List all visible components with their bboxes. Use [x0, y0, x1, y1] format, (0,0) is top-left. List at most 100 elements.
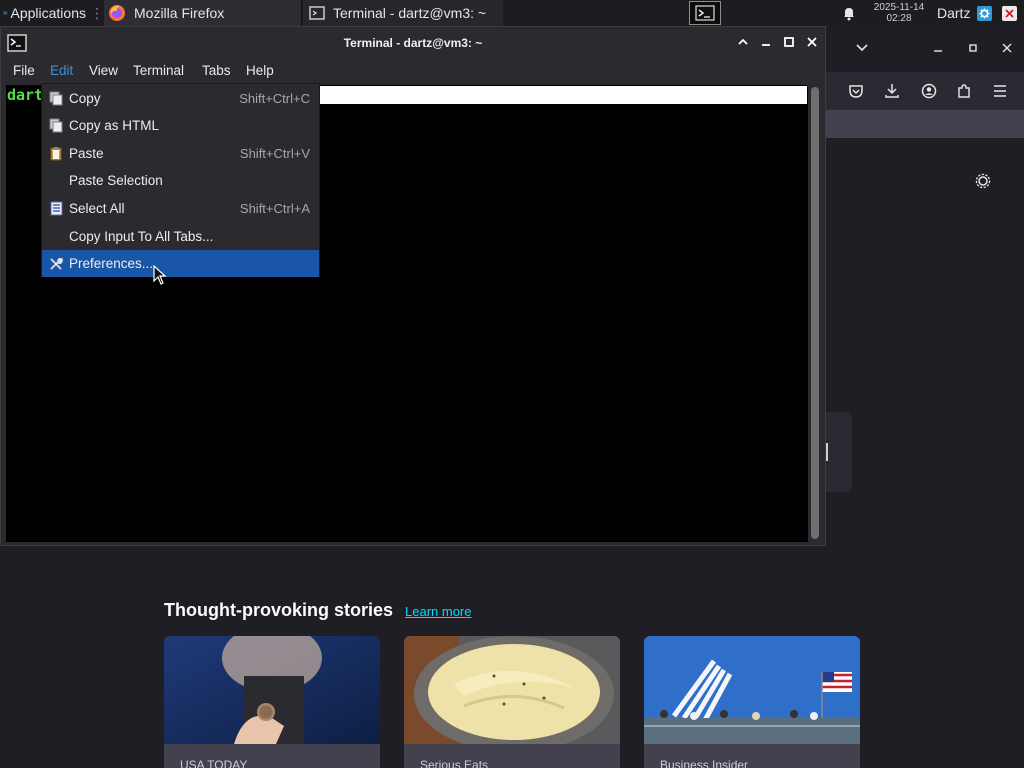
menu-item-label: Paste Selection [69, 173, 163, 188]
bell-icon [844, 8, 854, 21]
sidebar-pill [826, 412, 852, 492]
restore-icon [969, 44, 977, 52]
minimize-button[interactable] [759, 35, 773, 49]
maximize-button[interactable] [782, 35, 796, 49]
download-icon [885, 84, 899, 98]
user-name: Dartz [937, 5, 971, 21]
pocket-icon [849, 85, 863, 98]
terminal-scrollbar[interactable] [811, 87, 819, 539]
account-icon [921, 83, 937, 99]
newtab-settings-button[interactable] [973, 171, 993, 191]
applications-menu-button[interactable]: Applications ⋮ [0, 0, 104, 26]
taskbar-terminal-label: Terminal - dartz@vm3: ~ [333, 5, 487, 21]
terminal-prompt: dart [7, 86, 44, 104]
story-image-airshow [644, 636, 860, 744]
top-panel: Applications ⋮ Mozilla Firefox Terminal … [0, 0, 1024, 26]
firefox-tabbar [826, 26, 1024, 72]
menu-item-copy-as-html[interactable]: Copy as HTML [42, 112, 319, 139]
applications-separator: ⋮ [90, 4, 104, 21]
copy-icon [49, 91, 63, 106]
firefox-urlbar-strip [826, 110, 1024, 138]
menu-help[interactable]: Help [246, 63, 274, 78]
story-card[interactable]: USA TODAY [164, 636, 380, 768]
mouse-pointer-icon [153, 265, 167, 285]
shade-button[interactable] [736, 35, 750, 49]
menu-item-shortcut: Shift+Ctrl+V [239, 146, 310, 161]
menu-view[interactable]: View [89, 63, 118, 78]
story-card[interactable]: Serious Eats [404, 636, 620, 768]
pocket-button[interactable] [846, 81, 866, 101]
menu-item-copy-input-to-all-tabs[interactable]: Copy Input To All Tabs... [42, 223, 319, 250]
sidebar-pill-handle [826, 443, 828, 461]
menu-item-shortcut: Shift+Ctrl+C [239, 91, 310, 106]
select-all-icon [49, 201, 63, 216]
stories-title: Thought-provoking stories [164, 600, 393, 620]
close-icon [1002, 43, 1012, 53]
story-image-coin [164, 636, 380, 744]
settings-button[interactable] [977, 0, 993, 26]
gear-icon [979, 7, 990, 19]
menu-item-label: Paste [69, 146, 104, 161]
terminal-launcher[interactable] [688, 0, 722, 26]
story-source: Business Insider [660, 758, 749, 768]
paste-icon [49, 146, 63, 161]
terminal-icon [309, 6, 325, 20]
story-card[interactable]: Business Insider [644, 636, 860, 768]
menu-file[interactable]: File [13, 63, 35, 78]
chevron-down-icon [856, 44, 868, 52]
taskbar-terminal[interactable]: Terminal - dartz@vm3: ~ [303, 0, 503, 26]
menu-item-label: Select All [69, 201, 125, 216]
taskbar-firefox[interactable]: Mozilla Firefox [104, 0, 302, 26]
copy-html-icon [49, 118, 63, 133]
menu-item-label: Copy Input To All Tabs... [69, 229, 214, 244]
menu-edit[interactable]: Edit [50, 63, 73, 78]
learn-more-link[interactable]: Learn more [405, 604, 471, 619]
notifications-button[interactable] [838, 0, 860, 26]
maximize-icon [784, 37, 794, 47]
chevron-up-icon [738, 38, 748, 45]
applications-label: Applications [10, 5, 87, 21]
account-button[interactable] [919, 81, 939, 101]
clock-date: 2025-11-14 [873, 2, 925, 13]
story-image-mashed-potatoes [404, 636, 620, 744]
menu-item-preferences[interactable]: Preferences... [42, 250, 319, 277]
menu-item-paste-selection[interactable]: Paste Selection [42, 167, 319, 194]
user-menu[interactable]: Dartz [937, 0, 970, 26]
edit-menu: Copy Shift+Ctrl+C Copy as HTML Paste Shi… [41, 83, 320, 277]
extensions-button[interactable] [954, 81, 974, 101]
terminal-title: Terminal - dartz@vm3: ~ [343, 36, 483, 50]
app-menu-button[interactable] [990, 81, 1010, 101]
terminal-selection-highlight [319, 86, 807, 104]
downloads-button[interactable] [882, 81, 902, 101]
hamburger-menu-icon [994, 85, 1006, 97]
menu-item-select-all[interactable]: Select All Shift+Ctrl+A [42, 195, 319, 222]
menu-item-label: Preferences... [69, 256, 154, 271]
maximize-button[interactable] [963, 38, 983, 58]
stories-header: Thought-provoking stories Learn more [164, 600, 471, 621]
close-button[interactable] [997, 38, 1017, 58]
logout-button[interactable] [1002, 0, 1018, 26]
menu-item-label: Copy [69, 91, 101, 106]
close-button[interactable] [805, 35, 819, 49]
story-source: USA TODAY [180, 758, 248, 768]
menu-item-label: Copy as HTML [69, 118, 160, 133]
menu-item-copy[interactable]: Copy Shift+Ctrl+C [42, 85, 319, 112]
terminal-titlebar[interactable]: Terminal - dartz@vm3: ~ [1, 27, 825, 59]
menu-item-paste[interactable]: Paste Shift+Ctrl+V [42, 140, 319, 167]
story-source: Serious Eats [420, 758, 489, 768]
menu-terminal[interactable]: Terminal [133, 63, 184, 78]
tab-list-button[interactable] [852, 38, 872, 58]
menu-tabs[interactable]: Tabs [202, 63, 231, 78]
close-icon [1005, 8, 1014, 18]
close-icon [807, 37, 817, 47]
firefox-icon [109, 5, 125, 21]
minimize-button[interactable] [928, 38, 948, 58]
terminal-launcher-icon [695, 5, 715, 21]
preferences-icon [49, 256, 63, 271]
minimize-icon [762, 44, 770, 46]
xfce-logo-icon [3, 11, 8, 15]
clock-time: 02:28 [886, 13, 912, 24]
minimize-icon [934, 50, 942, 52]
clock[interactable]: 2025-11-14 02:28 [866, 0, 932, 26]
gear-icon [975, 173, 991, 189]
